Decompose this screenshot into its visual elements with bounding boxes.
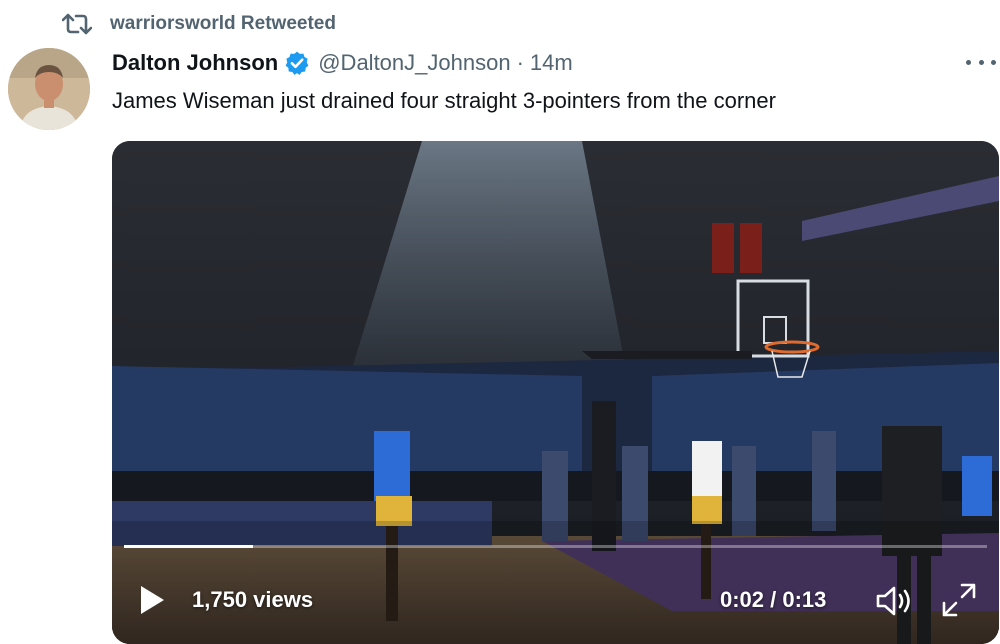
retweet-label: warriorsworld Retweeted [110, 13, 336, 34]
retweet-context[interactable]: warriorsworld Retweeted [62, 10, 336, 38]
tweet-timestamp[interactable]: 14m [530, 50, 573, 76]
progress-bar[interactable] [124, 545, 987, 548]
separator-dot: · [516, 50, 524, 75]
author-name[interactable]: Dalton Johnson [112, 50, 278, 76]
avatar[interactable] [8, 48, 90, 130]
author-handle[interactable]: @DaltonJ_Johnson [318, 50, 510, 76]
progress-fill [124, 545, 254, 548]
video-timecode: 0:02 / 0:13 [720, 587, 827, 612]
tweet-header: Dalton Johnson @DaltonJ_Johnson · 14m [112, 46, 573, 80]
play-icon[interactable] [138, 583, 166, 617]
view-count: 1,750 views [192, 587, 314, 612]
volume-icon[interactable] [874, 583, 914, 619]
retweet-icon [62, 13, 92, 35]
fullscreen-icon[interactable] [940, 581, 978, 619]
video-frame [112, 141, 999, 644]
verified-badge-icon [285, 51, 309, 75]
video-player[interactable]: 1,750 views 0:02 / 0:13 [112, 141, 999, 644]
more-options-icon[interactable] [966, 52, 996, 72]
tweet-text: James Wiseman just drained four straight… [112, 88, 776, 113]
avatar-image [8, 48, 90, 130]
